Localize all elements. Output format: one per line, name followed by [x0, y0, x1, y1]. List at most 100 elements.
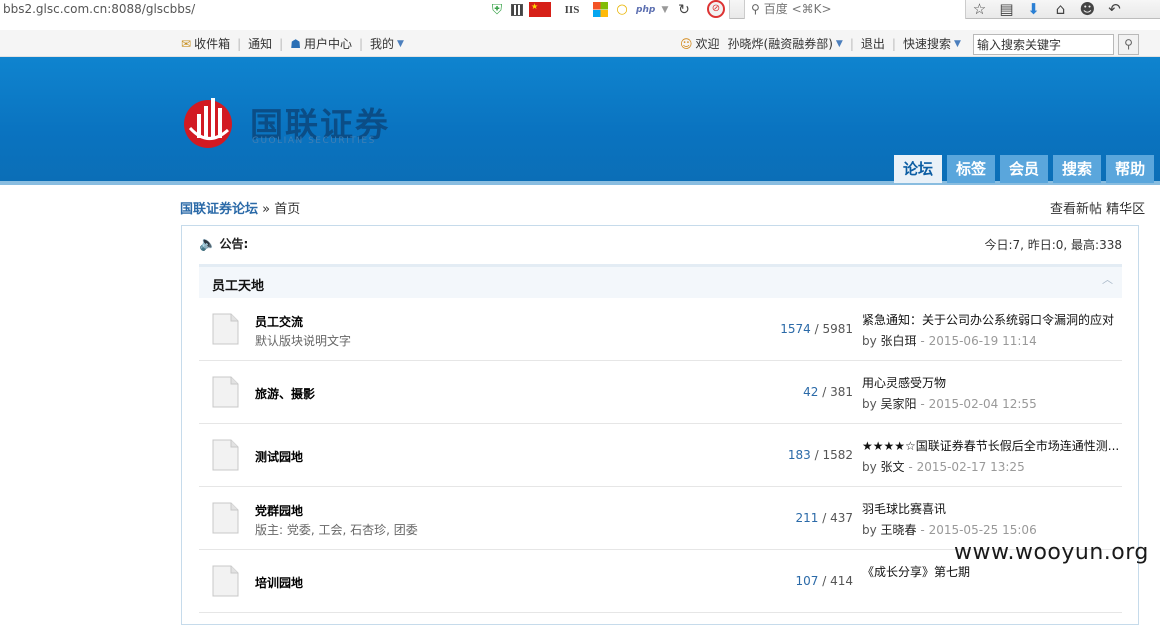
bulb-icon[interactable]: ○	[614, 2, 630, 18]
nav-tab-forum[interactable]: 论坛	[894, 155, 943, 183]
last-post-meta: by 吴家阳 - 2015-02-04 12:55	[862, 395, 1037, 412]
chevron-down-icon[interactable]: ▼	[397, 39, 404, 49]
welcome-text: 欢迎	[695, 37, 720, 51]
breadcrumb-current: 首页	[274, 202, 301, 217]
mail-icon: ✉	[181, 36, 192, 51]
watermark: www.wooyun.org	[954, 540, 1149, 565]
nav-tab-members[interactable]: 会员	[1000, 155, 1049, 183]
forum-document-icon	[212, 313, 239, 345]
logo-english-text: GUOLIAN SECURITIES	[252, 136, 376, 146]
reload-icon[interactable]: ↻	[676, 2, 692, 18]
topic-count: 42	[803, 385, 819, 399]
meta-dash: -	[920, 523, 925, 537]
count-separator: /	[822, 511, 827, 525]
meta-dash: -	[920, 397, 925, 411]
last-post-title[interactable]: 《成长分享》第七期	[862, 563, 1122, 580]
user-icon: ☺	[680, 36, 693, 51]
chevron-down-icon[interactable]: ▼	[836, 39, 843, 49]
nav-tab-search[interactable]: 搜索	[1053, 155, 1102, 183]
qr-code-icon[interactable]	[511, 3, 523, 16]
last-post-time: 2015-02-17 13:25	[916, 460, 1025, 474]
site-logo[interactable]: 国联证券 GUOLIAN SECURITIES	[180, 92, 420, 152]
forum-counts: 42 / 381	[803, 385, 853, 399]
china-flag-icon[interactable]: ★	[529, 2, 551, 17]
forum-row: 员工交流 默认版块说明文字 1574 / 5981 紧急通知：关于公司办公系统弱口令漏…	[199, 298, 1122, 361]
post-count: 381	[830, 385, 853, 399]
last-post-title[interactable]: 紧急通知：关于公司办公系统弱口令漏洞的应对	[862, 311, 1122, 328]
forum-list: 员工交流 默认版块说明文字 1574 / 5981 紧急通知：关于公司办公系统弱口令漏…	[199, 298, 1122, 613]
last-post-time: 2015-05-25 15:06	[928, 523, 1037, 537]
browser-search-input[interactable]: ⚲ 百度 <⌘K>	[744, 0, 966, 19]
new-posts-link[interactable]: 查看新帖	[1050, 202, 1102, 217]
download-icon[interactable]: ⬇	[1024, 1, 1043, 18]
by-label: by	[862, 397, 877, 411]
chevron-down-icon[interactable]: ▼	[954, 39, 961, 49]
breadcrumb-links: 查看新帖 精华区	[1050, 198, 1145, 217]
last-post-author[interactable]: 张文	[881, 460, 905, 474]
forum-name[interactable]: 员工交流	[255, 313, 303, 330]
count-separator: /	[822, 385, 827, 399]
topic-count: 211	[795, 511, 819, 525]
collapse-icon[interactable]: ︿	[1102, 271, 1113, 287]
by-label: by	[862, 334, 877, 348]
forum-name[interactable]: 测试园地	[255, 448, 303, 465]
last-post-title[interactable]: 用心灵感受万物	[862, 374, 1122, 391]
iis-icon[interactable]: IIS	[557, 2, 587, 18]
last-post-title[interactable]: 羽毛球比赛喜讯	[862, 500, 1122, 517]
search-button[interactable]: ⚲	[1118, 34, 1139, 55]
quick-search-menu[interactable]: 快速搜索	[903, 35, 951, 52]
last-post-author[interactable]: 王晓春	[881, 523, 917, 537]
digest-link[interactable]: 精华区	[1106, 202, 1145, 217]
forum-name[interactable]: 培训园地	[255, 574, 303, 591]
home-icon[interactable]: ⌂	[1051, 1, 1070, 18]
forum-counts: 183 / 1582	[788, 448, 853, 462]
nav-tab-help[interactable]: 帮助	[1106, 155, 1155, 183]
speaker-icon: 🔈	[199, 236, 217, 252]
forum-description: 版主: 党委, 工会, 石杏珍, 团委	[255, 523, 418, 537]
logout-link[interactable]: 退出	[861, 35, 885, 52]
post-count: 1582	[822, 448, 853, 462]
count-separator: /	[814, 322, 819, 336]
adblock-icon[interactable]: ⊘	[707, 0, 725, 18]
user-center-link[interactable]: 用户中心	[304, 35, 352, 52]
meta-dash: -	[908, 460, 913, 474]
username-menu[interactable]: 孙晓烨(融资融券部)	[728, 35, 833, 52]
logo-mark-icon	[184, 98, 232, 148]
last-post-title[interactable]: ★★★★☆国联证券春节长假后全市场连通性测...	[862, 437, 1122, 454]
php-icon[interactable]: php	[636, 2, 655, 18]
last-post-meta: by 张文 - 2015-02-17 13:25	[862, 458, 1025, 475]
back-icon[interactable]: ↶	[1105, 1, 1124, 18]
search-icon: ⚲	[1124, 37, 1133, 51]
quick-search-input[interactable]	[973, 34, 1114, 55]
extension-icons: ⛨ ★ IIS ○ php ▼ ↻	[489, 1, 692, 18]
forum-name[interactable]: 旅游、摄影	[255, 385, 315, 402]
count-separator: /	[822, 574, 827, 588]
topic-count: 183	[787, 448, 811, 462]
inbox-link[interactable]: 收件箱	[194, 35, 230, 52]
dropdown-icon[interactable]: ▼	[660, 2, 670, 18]
forum-main: 🔈 公告: 今日:7, 昨日:0, 最高:338 员工天地 ︿ 员工交流 默认版块说…	[181, 225, 1139, 625]
chat-icon[interactable]: ☻	[1078, 1, 1097, 18]
topic-count: 1574	[780, 322, 811, 336]
last-post-author[interactable]: 吴家阳	[881, 397, 917, 411]
star-icon[interactable]: ☆	[970, 1, 989, 18]
forum-document-icon	[212, 565, 239, 597]
post-count: 414	[830, 574, 853, 588]
forum-name[interactable]: 党群园地	[255, 502, 303, 519]
notice-link[interactable]: 通知	[248, 35, 272, 52]
reader-icon[interactable]: ▤	[997, 1, 1016, 18]
windows-icon[interactable]	[593, 2, 608, 17]
breadcrumb: 国联证券论坛 » 首页	[180, 198, 300, 217]
mine-menu[interactable]: 我的	[370, 35, 394, 52]
shield-icon[interactable]: ⛨	[489, 2, 505, 18]
nav-tab-tags[interactable]: 标签	[947, 155, 996, 183]
forum-document-icon	[212, 439, 239, 471]
announcement-label: 🔈 公告:	[199, 236, 249, 252]
last-post-meta: by 张白珥 - 2015-06-19 11:14	[862, 332, 1037, 349]
forum-counts: 107 / 414	[795, 574, 853, 588]
category-title[interactable]: 员工天地	[212, 275, 264, 294]
breadcrumb-home[interactable]: 国联证券论坛	[180, 202, 258, 217]
main-nav: 论坛 标签 会员 搜索 帮助	[894, 155, 1155, 183]
post-stats: 今日:7, 昨日:0, 最高:338	[984, 238, 1122, 252]
last-post-author[interactable]: 张白珥	[881, 334, 917, 348]
